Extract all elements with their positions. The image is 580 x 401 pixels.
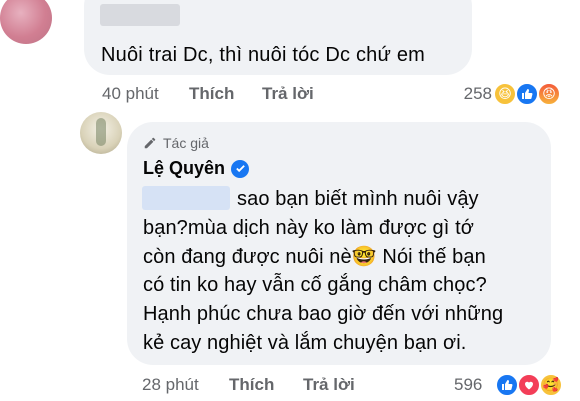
author-badge: Tác giả [143,135,209,151]
comment-text: Nuôi trai Dc, thì nuôi tóc Dc chứ em [101,44,426,66]
like-icon [515,82,539,106]
author-tag-label: Tác giả [163,135,209,151]
reply-time[interactable]: 28 phút [142,375,199,395]
reply-line: Hạnh phúc chưa bao giờ đến với những [143,303,504,326]
pen-icon [144,137,156,149]
reaction-count[interactable]: 596 [454,375,482,395]
reply-button[interactable]: Trả lời [303,375,355,395]
reply-line: bạn?mùa dịch này ko làm được gì tớ [143,216,474,239]
author-avatar[interactable] [80,112,122,154]
reply-text: sao bạn biết mình nuôi vậy bạn?mùa dịch … [143,185,548,358]
reaction-count[interactable]: 258 [464,84,492,104]
like-button[interactable]: Thích [189,84,234,104]
reply-line: sao bạn biết mình nuôi vậy [237,188,479,210]
haha-icon: 😆 [493,82,517,106]
reply-button[interactable]: Trả lời [262,84,314,104]
reply-line: kẻ cay nghiệt và lắm chuyện bạn ơi. [143,331,467,354]
blurred-commenter-name [100,4,180,26]
author-name-row: Lệ Quyên [143,158,250,179]
care-icon: 🥰 [539,373,563,397]
like-button[interactable]: Thích [229,375,274,395]
reply-line: còn đang được nuôi nè🤓 Nói thế bạn [143,245,486,268]
like-icon [495,373,519,397]
reply-line: có tin ko hay vẫn cố gắng châm chọc? [143,274,487,297]
comment-time[interactable]: 40 phút [102,84,159,104]
comment-thread: Nuôi trai Dc, thì nuôi tóc Dc chứ em 40 … [0,0,580,401]
author-name[interactable]: Lệ Quyên [143,158,225,179]
angry-icon: 😡 [537,82,561,106]
love-icon [517,373,541,397]
verified-badge-icon [231,159,250,178]
commenter-avatar[interactable] [0,0,52,44]
